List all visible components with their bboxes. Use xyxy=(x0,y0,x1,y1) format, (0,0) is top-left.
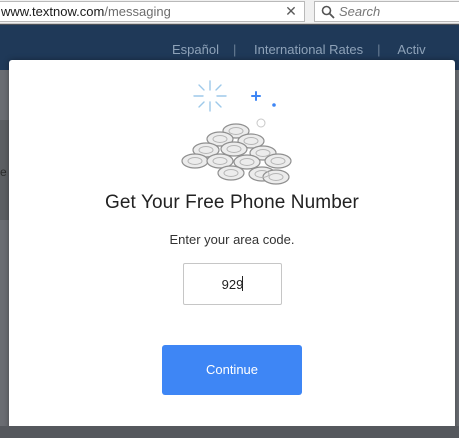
text-cursor xyxy=(242,276,243,291)
nav-divider: | xyxy=(232,42,237,57)
nav-divider: | xyxy=(377,42,381,57)
header-nav: Español | International Rates | Activ xyxy=(172,42,440,62)
url-domain: www.textnow.com xyxy=(1,4,105,19)
continue-button[interactable]: Continue xyxy=(162,345,302,395)
modal-title: Get Your Free Phone Number xyxy=(105,192,359,213)
area-code-input[interactable] xyxy=(183,263,282,305)
coins-sparkle-icon xyxy=(181,80,292,185)
url-bar[interactable]: www.textnow.com/messaging ✕ xyxy=(0,1,305,22)
area-code-instructions: Enter your area code. xyxy=(169,232,295,247)
nav-link-activate[interactable]: Activ xyxy=(397,42,425,57)
search-placeholder: Search xyxy=(339,4,381,19)
url-path: /messaging xyxy=(104,4,171,19)
browser-toolbar: www.textnow.com/messaging ✕ Search xyxy=(0,0,459,24)
browser-search-input[interactable]: Search xyxy=(314,1,459,22)
free-number-modal: Get Your Free Phone Number Enter your ar… xyxy=(9,60,455,432)
nav-link-international-rates[interactable]: International Rates xyxy=(254,42,363,57)
nav-link-espanol[interactable]: Español xyxy=(172,42,219,57)
page-bottom-edge xyxy=(0,426,459,438)
clear-url-icon[interactable]: ✕ xyxy=(284,2,298,21)
background-text-fragment: e xyxy=(0,165,7,179)
search-icon xyxy=(321,5,335,19)
